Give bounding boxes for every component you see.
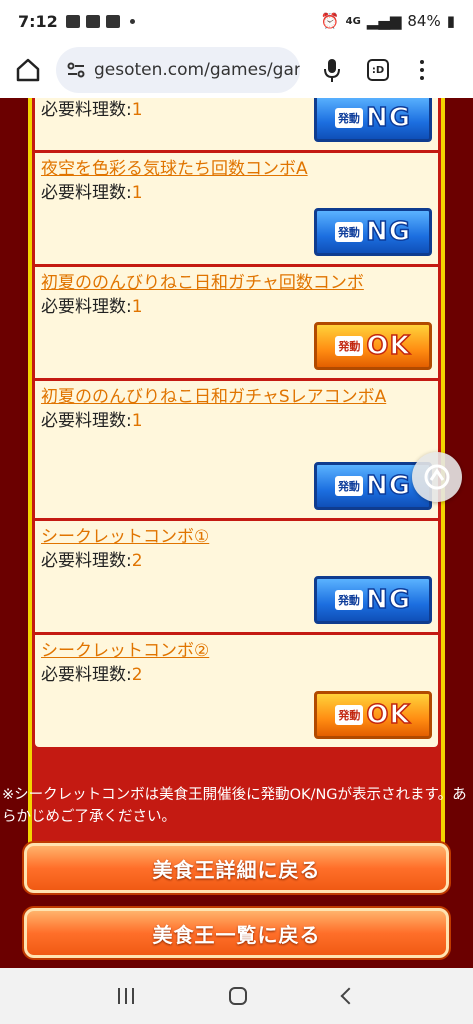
combo-item: 必要料理数:1 発動 NG [35, 98, 438, 153]
address-bar[interactable]: gesoten.com/games/gar [56, 47, 300, 93]
notification-icons [65, 14, 135, 28]
system-navigation-bar [0, 968, 473, 1024]
combo-item: 初夏ののんびりねこ日和ガチャ回数コンボ 必要料理数:1 発動 OK [35, 267, 438, 381]
status-badge-ng: 発動 NG [314, 98, 432, 142]
microphone-icon [324, 59, 340, 82]
back-nav-button[interactable] [340, 987, 358, 1005]
status-badge-ok: 発動 OK [314, 691, 432, 739]
battery-icon: ▮ [446, 12, 455, 30]
combo-item: シークレットコンボ① 必要料理数:2 発動 NG [35, 521, 438, 635]
image-icon [65, 14, 80, 28]
menu-dot-icon [420, 60, 424, 64]
status-badge-ng: 発動 NG [314, 208, 432, 256]
home-button[interactable] [8, 50, 48, 90]
game-launcher-icon [424, 464, 450, 490]
home-nav-button[interactable] [229, 987, 248, 1005]
news-icon [105, 14, 120, 28]
status-badge-ng: 発動 NG [314, 576, 432, 624]
battery-level: 84% [407, 12, 441, 30]
status-badge-ok: 発動 OK [314, 322, 432, 370]
combo-requirement: 必要料理数:1 [41, 411, 143, 431]
network-label: 4G [345, 15, 361, 27]
signal-icon: ▂▄▆ [366, 12, 402, 30]
browser-toolbar: gesoten.com/games/gar :D [0, 42, 473, 98]
combo-requirement: 必要料理数:2 [41, 551, 143, 571]
secret-combo-note: ※シークレットコンボは美食王開催後に発動OK/NGが表示されます。あらかじめご了… [2, 787, 467, 825]
combo-title-link[interactable]: 初夏ののんびりねこ日和ガチャSレアコンボA [35, 381, 430, 409]
floating-app-button[interactable] [412, 452, 462, 502]
combo-requirement: 必要料理数:1 [41, 297, 143, 317]
mail-icon [85, 14, 100, 28]
combo-item: シークレットコンボ② 必要料理数:2 発動 OK [35, 635, 438, 747]
tab-switcher-button[interactable]: :D [358, 50, 398, 90]
combo-item: 夜空を色彩る気球たち回数コンボA 必要料理数:1 発動 NG [35, 153, 438, 267]
combo-title-link[interactable]: シークレットコンボ② [35, 635, 438, 663]
combo-requirement: 必要料理数:2 [41, 665, 143, 685]
combo-requirement: 必要料理数:1 [41, 183, 143, 203]
combo-list: 必要料理数:1 発動 NG 夜空を色彩る気球たち回数コンボA 必要料理数:1 発動… [32, 98, 441, 870]
url-text: gesoten.com/games/gar [94, 60, 300, 80]
recent-apps-button[interactable] [117, 988, 134, 1004]
back-to-detail-button[interactable]: 美食王詳細に戻る [24, 843, 449, 893]
combo-title-link[interactable]: シークレットコンボ① [35, 521, 438, 549]
voice-search-button[interactable] [312, 50, 352, 90]
combo-title-link[interactable]: 初夏ののんびりねこ日和ガチャ回数コンボ [35, 267, 438, 295]
page-content: 必要料理数:1 発動 NG 夜空を色彩る気球たち回数コンボA 必要料理数:1 発動… [0, 98, 473, 968]
combo-item: 初夏ののんびりねこ日和ガチャSレアコンボA 必要料理数:1 発動 NG [35, 381, 438, 521]
combo-panel: 必要料理数:1 発動 NG 夜空を色彩る気球たち回数コンボA 必要料理数:1 発動… [28, 98, 445, 874]
status-bar: 7:12 ⏰ 4G ▂▄▆ 84% ▮ [0, 0, 473, 42]
home-icon [16, 58, 40, 82]
site-settings-icon[interactable] [66, 59, 86, 81]
browser-menu-button[interactable] [404, 50, 440, 90]
status-time: 7:12 [18, 11, 58, 31]
combo-title-link[interactable]: 夜空を色彩る気球たち回数コンボA [35, 153, 438, 181]
tab-count: :D [367, 59, 389, 81]
alarm-icon: ⏰ [320, 12, 340, 30]
more-notifications-icon [129, 18, 135, 24]
system-icons: ⏰ 4G ▂▄▆ 84% ▮ [321, 12, 455, 30]
back-to-list-button[interactable]: 美食王一覧に戻る [24, 908, 449, 958]
